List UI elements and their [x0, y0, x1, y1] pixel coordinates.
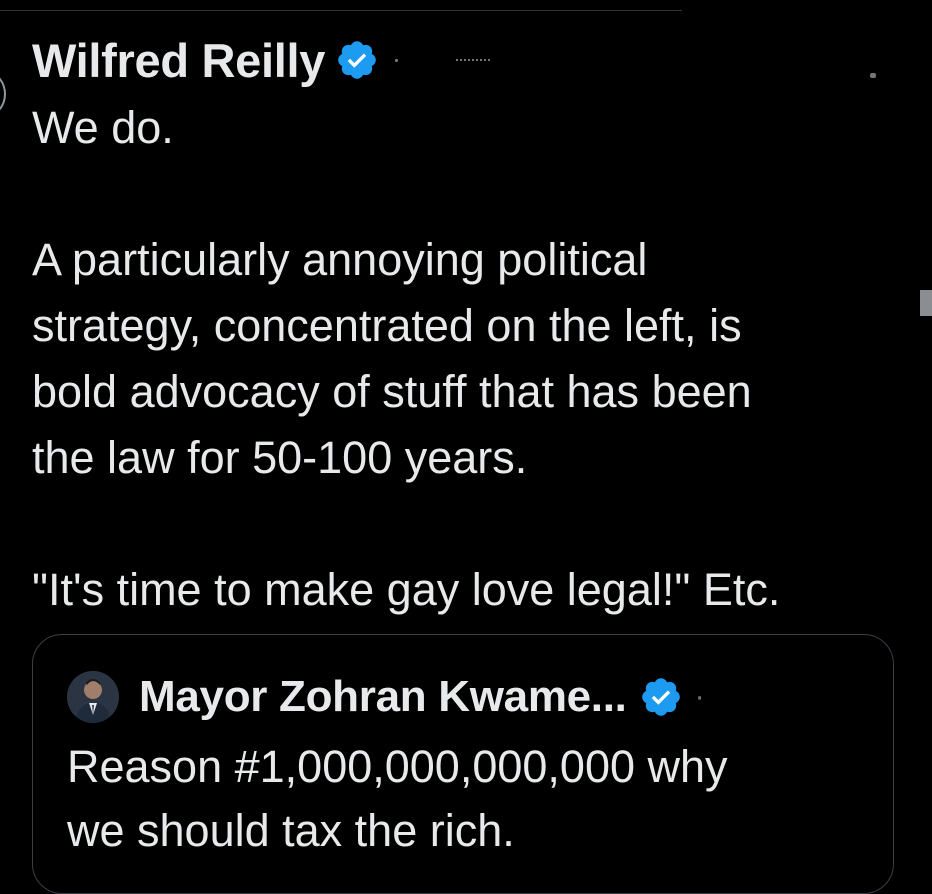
- more-options-icon[interactable]: [870, 73, 876, 78]
- author-avatar[interactable]: [0, 72, 6, 116]
- quoted-author-avatar[interactable]: [67, 671, 119, 723]
- handle-redacted: [395, 55, 491, 65]
- quoted-tweet-card[interactable]: Mayor Zohran Kwame... · Reason #1,000,00…: [32, 634, 894, 894]
- scrollbar-thumb[interactable]: [920, 290, 932, 316]
- handle-dashes: [456, 59, 491, 61]
- quoted-tweet-text: Reason #1,000,000,000,000 why we should …: [67, 741, 728, 856]
- separator-dot: ·: [694, 680, 705, 713]
- tweet-text: We do. A particularly annoying political…: [32, 102, 781, 615]
- quoted-tweet-header: Mayor Zohran Kwame... ·: [139, 667, 705, 727]
- author-name[interactable]: Wilfred Reilly: [32, 33, 325, 88]
- verified-badge-icon[interactable]: [639, 675, 683, 719]
- tweet-header: Wilfred Reilly: [32, 30, 491, 90]
- verified-badge-icon[interactable]: [335, 38, 379, 82]
- top-divider: [0, 10, 682, 11]
- handle-speck: [395, 58, 399, 62]
- quoted-author-name[interactable]: Mayor Zohran Kwame...: [139, 672, 627, 722]
